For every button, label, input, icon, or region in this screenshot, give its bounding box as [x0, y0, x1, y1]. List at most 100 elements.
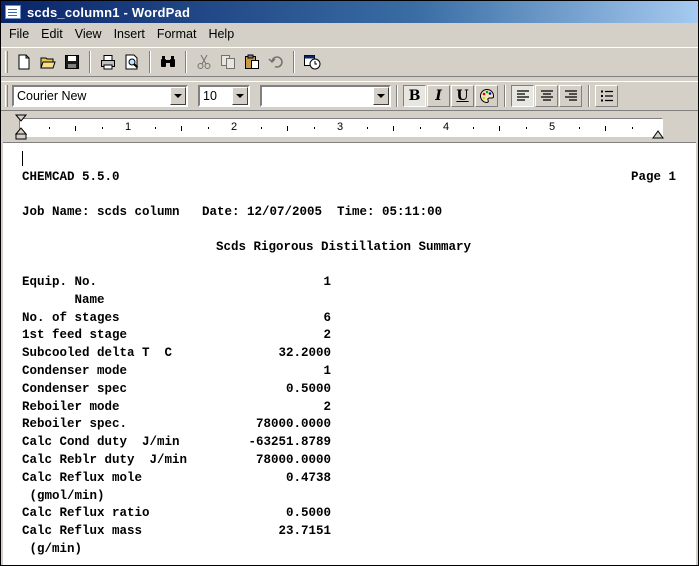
insert-date-time-icon	[303, 55, 320, 70]
format-bar: Courier New 10 B I U	[1, 81, 698, 111]
paste-button[interactable]	[240, 51, 263, 73]
open-icon	[39, 57, 56, 69]
italic-button[interactable]: I	[427, 85, 450, 107]
align-right-icon	[564, 90, 577, 101]
ruler-tick	[631, 127, 633, 129]
ruler-number: 1	[124, 121, 132, 133]
menu-insert[interactable]: Insert	[108, 25, 151, 43]
font-name-value: Courier New	[17, 89, 87, 103]
title-bar[interactable]: scds_column1 - WordPad	[1, 1, 698, 23]
document-area[interactable]: CHEMCAD 5.5.0 Page 1 Job Name: scds colu…	[3, 142, 696, 565]
summary-row-value: 0.5000	[285, 506, 331, 521]
toolbar-separator	[293, 51, 295, 73]
undo-button[interactable]	[264, 51, 287, 73]
ruler[interactable]: 1 2 3 4 5	[19, 118, 663, 137]
menu-help[interactable]: Help	[202, 25, 240, 43]
summary-row-value: 32.2000	[278, 346, 331, 361]
summary-row-label: Calc Cond duty J/min	[22, 435, 180, 450]
summary-row-value: 1	[323, 364, 331, 378]
ruler-tick	[260, 127, 262, 129]
ruler-tick	[75, 126, 76, 131]
open-button[interactable]	[36, 51, 59, 73]
underline-button[interactable]: U	[451, 85, 474, 107]
text-caret	[22, 151, 23, 166]
menu-view[interactable]: View	[69, 25, 108, 43]
wordpad-app-icon[interactable]	[5, 5, 21, 19]
summary-row-label: Subcooled delta T C	[22, 346, 173, 361]
summary-row-value: 2	[323, 328, 331, 343]
ruler-number: 2	[230, 121, 238, 133]
header-left: CHEMCAD 5.5.0	[22, 170, 120, 184]
align-right-button[interactable]	[559, 85, 582, 107]
ruler-tick	[287, 126, 288, 131]
menu-file[interactable]: File	[3, 25, 35, 43]
left-indent-marker[interactable]	[15, 114, 27, 142]
ruler-number: 4	[442, 121, 450, 133]
toolbar-separator	[89, 51, 91, 73]
font-name-combo[interactable]: Courier New	[12, 85, 188, 107]
ruler-tick	[419, 127, 421, 129]
page-number: Page 1	[631, 170, 677, 184]
script-dropdown-icon[interactable]	[373, 87, 389, 105]
summary-row-label: Name	[22, 292, 105, 307]
summary-row-value: 78000.0000	[255, 417, 331, 432]
format-bar-grip[interactable]	[5, 85, 8, 107]
font-size-value: 10	[203, 89, 217, 103]
insert-date-time-button[interactable]	[300, 51, 323, 73]
summary-row-value: 6	[323, 310, 331, 325]
summary-row-label: Calc Reflux ratio	[22, 506, 150, 521]
undo-icon	[267, 56, 283, 68]
summary-row-value: 0.4738	[285, 470, 331, 485]
menu-format[interactable]: Format	[151, 25, 203, 43]
align-left-button[interactable]	[511, 85, 534, 107]
bold-button[interactable]: B	[403, 85, 426, 107]
summary-row-value: -63251.8789	[248, 435, 331, 450]
print-button[interactable]	[96, 51, 119, 73]
copy-button[interactable]	[216, 51, 239, 73]
format-separator	[504, 85, 506, 107]
summary-row-label: Reboiler spec.	[22, 417, 128, 432]
find-button[interactable]	[156, 51, 179, 73]
ruler-tick	[525, 127, 527, 129]
bullets-button[interactable]	[595, 85, 618, 107]
summary-row-label: Condenser mode	[22, 364, 128, 378]
font-size-combo[interactable]: 10	[198, 85, 250, 107]
color-button[interactable]	[475, 85, 498, 107]
ruler-tick	[181, 126, 182, 131]
ruler-margin	[663, 118, 698, 137]
cut-button[interactable]	[192, 51, 215, 73]
summary-title: Scds Rigorous Distillation Summary	[216, 240, 472, 254]
ruler-tick	[154, 127, 156, 129]
standard-toolbar	[1, 47, 698, 77]
ruler-tick	[313, 127, 315, 129]
font-size-dropdown-icon[interactable]	[232, 87, 248, 105]
summary-row-value: 78000.0000	[255, 453, 331, 467]
copy-icon	[220, 55, 235, 69]
summary-row-label: Reboiler mode	[22, 399, 120, 414]
menu-bar: File Edit View Insert Format Help	[1, 23, 698, 45]
color-palette-icon	[479, 88, 494, 104]
format-separator	[588, 85, 590, 107]
ruler-tick	[207, 127, 209, 129]
summary-row-label: Condenser spec	[22, 381, 128, 396]
menu-edit[interactable]: Edit	[35, 25, 69, 43]
right-indent-marker[interactable]	[652, 126, 664, 140]
print-preview-button[interactable]	[120, 51, 143, 73]
align-center-button[interactable]	[535, 85, 558, 107]
ruler-tick	[366, 127, 368, 129]
ruler-tick	[605, 126, 606, 131]
summary-row-label: (g/min)	[22, 542, 83, 556]
align-center-icon	[540, 90, 553, 101]
summary-row-label: Calc Reflux mole	[22, 470, 143, 485]
save-button[interactable]	[60, 51, 83, 73]
ruler-tick	[393, 126, 394, 131]
new-button[interactable]	[12, 51, 35, 73]
summary-row-value: 2	[323, 399, 331, 414]
summary-row-value: 1	[323, 275, 331, 289]
summary-row-label: 1st feed stage	[22, 328, 128, 343]
font-name-dropdown-icon[interactable]	[170, 87, 186, 105]
cut-icon	[197, 54, 210, 69]
toolbar-grip[interactable]	[5, 51, 8, 73]
script-combo[interactable]	[260, 85, 391, 107]
summary-row-value: 0.5000	[285, 381, 331, 396]
